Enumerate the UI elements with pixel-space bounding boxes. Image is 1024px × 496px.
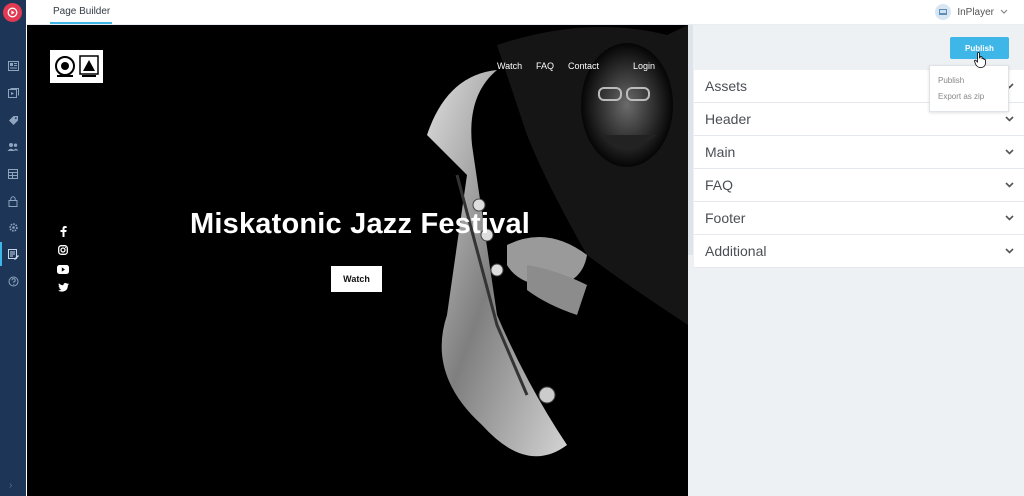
avatar xyxy=(935,4,952,20)
accordion-additional[interactable]: Additional xyxy=(694,235,1024,268)
nav-link-watch[interactable]: Watch xyxy=(497,61,522,71)
hero-title: Miskatonic Jazz Festival xyxy=(190,208,531,240)
media-icon[interactable] xyxy=(7,87,19,99)
lock-icon[interactable] xyxy=(7,195,19,207)
hand-cursor-icon xyxy=(974,52,986,68)
site-preview[interactable]: Watch FAQ Contact Login Miskatonic Jazz … xyxy=(27,25,688,496)
settings-icon[interactable] xyxy=(7,221,19,233)
nav-link-login[interactable]: Login xyxy=(633,61,655,71)
accordion-label: Additional xyxy=(705,243,767,259)
chevron-down-icon xyxy=(1000,9,1008,14)
site-nav: Watch FAQ Contact Login xyxy=(27,61,688,75)
chevron-right-icon[interactable]: › xyxy=(9,480,12,491)
sidebar: › xyxy=(0,0,26,496)
accordion-label: Header xyxy=(705,111,751,127)
help-icon[interactable] xyxy=(7,275,19,287)
accordion-label: FAQ xyxy=(705,177,734,193)
instagram-icon[interactable] xyxy=(56,243,70,257)
accordion-label: Assets xyxy=(705,78,748,94)
tab-page-builder[interactable]: Page Builder xyxy=(53,0,110,24)
account-name: InPlayer xyxy=(957,6,994,18)
accordion-main[interactable]: Main xyxy=(694,136,1024,169)
twitter-icon[interactable] xyxy=(56,280,70,294)
dropdown-item-publish[interactable]: Publish xyxy=(930,73,1008,89)
publish-dropdown: Publish Export as zip xyxy=(929,65,1009,112)
accordion-footer[interactable]: Footer xyxy=(694,202,1024,235)
accordion-faq[interactable]: FAQ xyxy=(694,169,1024,202)
dashboard-icon[interactable] xyxy=(7,60,19,72)
accordion-label: Main xyxy=(705,144,736,160)
active-tab-indicator xyxy=(50,22,112,24)
table-icon[interactable] xyxy=(7,168,19,180)
account-menu[interactable]: InPlayer xyxy=(935,4,1008,20)
nav-link-faq[interactable]: FAQ xyxy=(536,61,554,71)
chevron-down-icon xyxy=(1004,180,1014,190)
tag-icon[interactable] xyxy=(7,114,19,126)
dropdown-item-export-zip[interactable]: Export as zip xyxy=(930,89,1008,105)
watch-button[interactable]: Watch xyxy=(331,266,382,292)
youtube-icon[interactable] xyxy=(56,262,70,276)
chevron-down-icon xyxy=(1004,114,1014,124)
top-bar: Page Builder InPlayer xyxy=(26,0,1024,25)
chevron-down-icon xyxy=(1004,246,1014,256)
nav-link-contact[interactable]: Contact xyxy=(568,61,599,71)
chevron-down-icon xyxy=(1004,213,1014,223)
saxophonist-photo xyxy=(427,25,688,457)
settings-panel: Publish Assets Header Main FAQ Footer Ad… xyxy=(693,25,1024,496)
page-builder-icon[interactable] xyxy=(0,242,19,266)
play-logo-icon[interactable] xyxy=(3,3,22,22)
facebook-icon[interactable] xyxy=(56,224,70,238)
users-icon[interactable] xyxy=(7,141,19,153)
chevron-down-icon xyxy=(1004,147,1014,157)
accordion-label: Footer xyxy=(705,210,746,226)
